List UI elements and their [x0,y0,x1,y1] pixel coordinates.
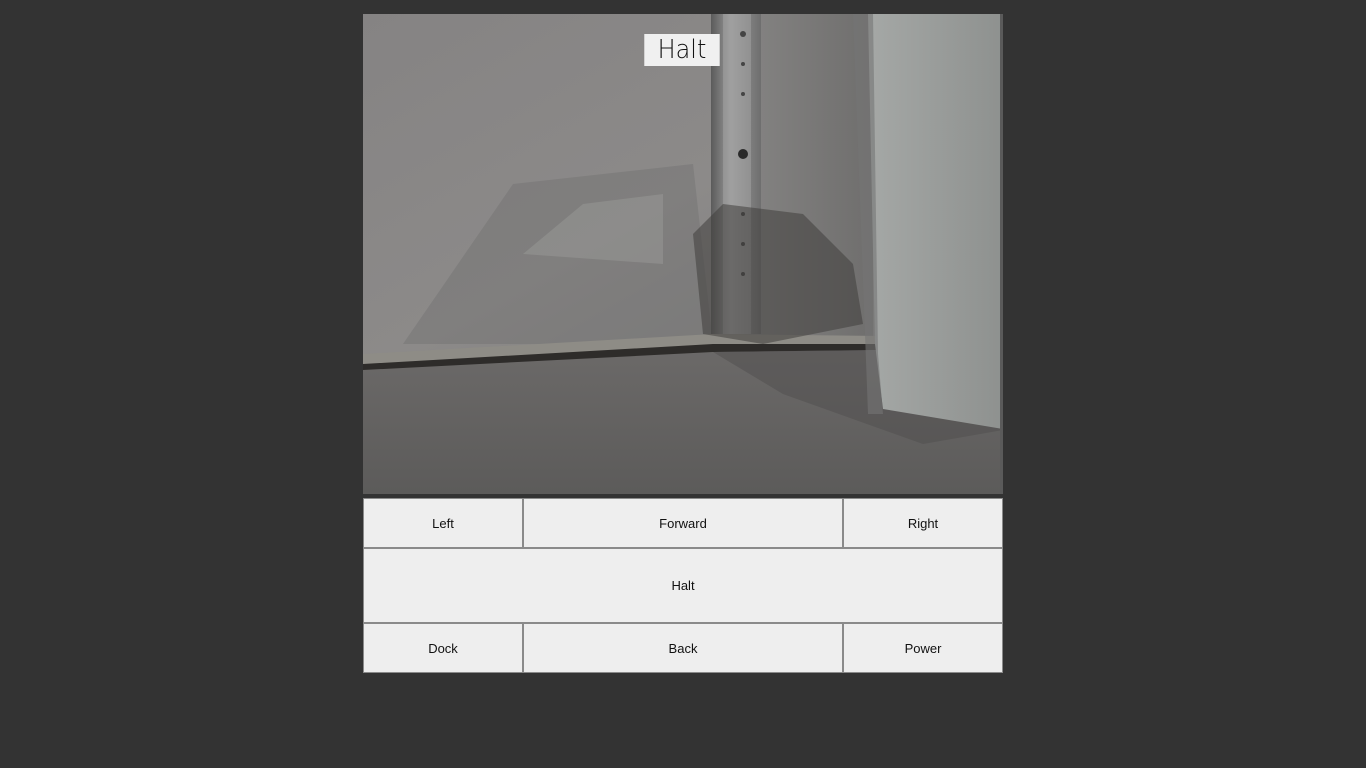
power-button[interactable]: Power [843,623,1003,673]
status-overlay: Halt [644,34,720,66]
controls-row-middle: Halt [363,548,1003,623]
back-button[interactable]: Back [523,623,843,673]
robot-control-panel: Halt Left Forward Right Halt Dock Back P… [363,14,1003,673]
halt-button[interactable]: Halt [363,548,1003,623]
left-button[interactable]: Left [363,498,523,548]
forward-button[interactable]: Forward [523,498,843,548]
camera-feed: Halt [363,14,1003,494]
camera-image [363,14,1003,494]
dock-button[interactable]: Dock [363,623,523,673]
controls-row-top: Left Forward Right [363,498,1003,548]
drive-controls: Left Forward Right Halt Dock Back Power [363,498,1003,673]
controls-row-bottom: Dock Back Power [363,623,1003,673]
right-button[interactable]: Right [843,498,1003,548]
